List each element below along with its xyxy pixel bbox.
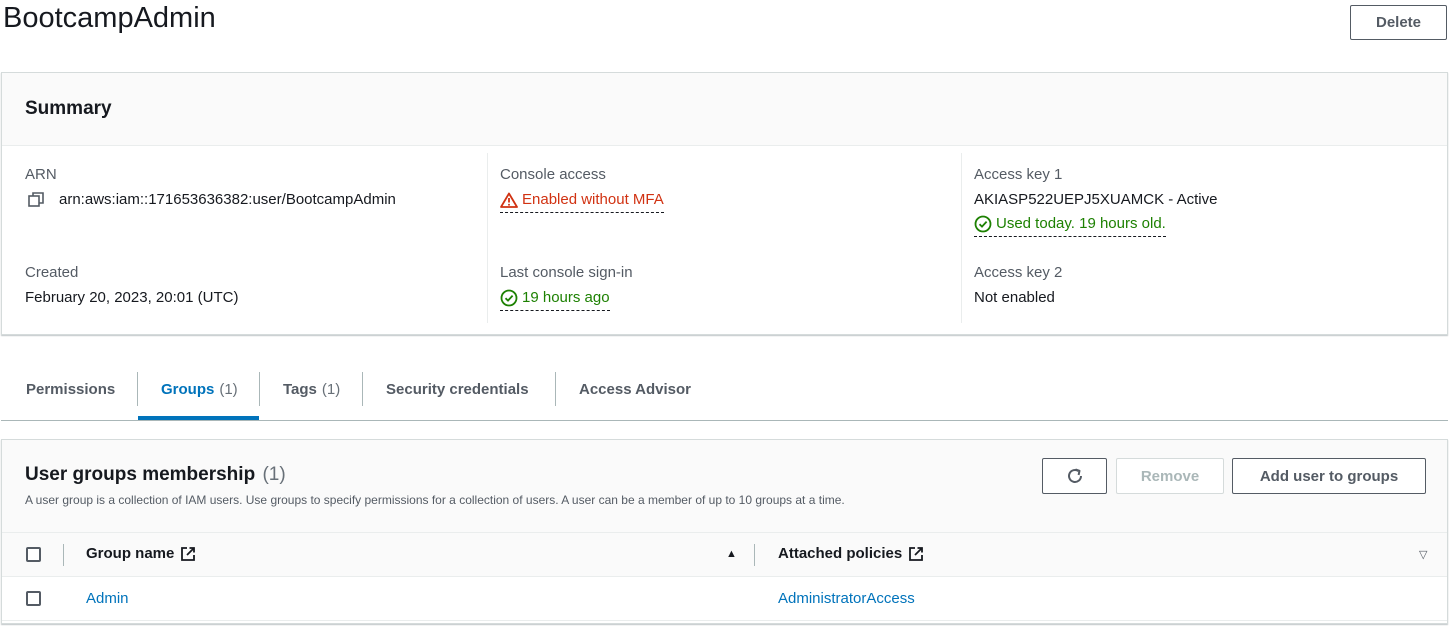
- access-key-1-status[interactable]: Used today. 19 hours old.: [974, 214, 1166, 237]
- tab-groups[interactable]: Groups (1): [161, 373, 238, 405]
- tab-label: Permissions: [26, 380, 116, 398]
- last-signin-value: 19 hours ago: [522, 289, 610, 306]
- created-value: February 20, 2023, 20:01 (UTC): [25, 289, 239, 306]
- tab-tags[interactable]: Tags (1): [283, 373, 340, 405]
- group-name-link[interactable]: Admin: [86, 590, 129, 607]
- panel-title-text: User groups membership: [25, 464, 256, 485]
- summary-panel: Summary ARN arn:aws:iam::171653636382:us…: [1, 72, 1448, 335]
- tab-security-credentials[interactable]: Security credentials: [386, 373, 529, 405]
- sort-ascending-icon[interactable]: ▲: [726, 548, 737, 560]
- console-access-row: Enabled without MFA: [500, 190, 664, 213]
- check-circle-icon: [974, 215, 992, 233]
- external-link-icon: [181, 546, 196, 561]
- access-key-2-label: Access key 2: [974, 264, 1063, 281]
- last-signin-status[interactable]: 19 hours ago: [500, 288, 610, 311]
- sort-descending-icon[interactable]: ▽: [1419, 548, 1427, 561]
- access-key-1-field: Access key 1 AKIASP522UEPJ5XUAMCK - Acti…: [974, 165, 1217, 237]
- panel-description: A user group is a collection of IAM user…: [25, 493, 845, 507]
- panel-title-count: (1): [262, 464, 286, 485]
- access-key-1-label: Access key 1: [974, 166, 1063, 183]
- arn-value-row: arn:aws:iam::171653636382:user/BootcampA…: [25, 190, 396, 210]
- column-header-text: Attached policies: [778, 545, 903, 562]
- access-key-2-field: Access key 2 Not enabled: [974, 263, 1062, 308]
- refresh-button[interactable]: [1042, 458, 1107, 494]
- tab-count: (1): [321, 380, 341, 398]
- tab-label: Groups: [161, 380, 215, 398]
- tab-divider: [259, 372, 260, 406]
- active-tab-indicator: [138, 416, 259, 420]
- column-header-group-name[interactable]: Group name: [86, 545, 196, 562]
- refresh-icon: [1067, 468, 1082, 483]
- access-key-1-status-row: Used today. 19 hours old.: [974, 214, 1217, 237]
- column-header-attached-policies[interactable]: Attached policies: [778, 545, 924, 562]
- tab-label: Access Advisor: [579, 380, 692, 398]
- summary-header: Summary: [2, 73, 1447, 146]
- tab-divider: [137, 372, 138, 406]
- console-access-status[interactable]: Enabled without MFA: [500, 190, 664, 213]
- access-key-2-value: Not enabled: [974, 289, 1055, 306]
- tab-label: Security credentials: [386, 380, 529, 398]
- row-checkbox[interactable]: [26, 591, 41, 606]
- access-key-1-status-text: Used today. 19 hours old.: [996, 215, 1166, 232]
- column-header-text: Group name: [86, 545, 175, 562]
- last-signin-field: Last console sign-in 19 hours ago: [500, 263, 633, 311]
- remove-button[interactable]: Remove: [1116, 458, 1224, 494]
- summary-column-2: Console access Enabled without MFA Last …: [487, 153, 961, 323]
- tab-divider: [555, 372, 556, 406]
- access-key-1-value: AKIASP522UEPJ5XUAMCK - Active: [974, 191, 1218, 208]
- panel-title: User groups membership (1): [25, 464, 286, 486]
- tab-count: (1): [219, 380, 238, 398]
- copy-icon[interactable]: [28, 191, 56, 209]
- last-signin-row: 19 hours ago: [500, 288, 633, 311]
- column-divider: [754, 544, 755, 566]
- attached-policy-link[interactable]: AdministratorAccess: [778, 590, 915, 607]
- user-groups-panel: User groups membership (1) A user group …: [1, 439, 1448, 624]
- warning-triangle-icon: [500, 192, 518, 208]
- table-header-row: Group name ▲ Attached policies ▽: [2, 533, 1447, 577]
- panel-header: User groups membership (1) A user group …: [2, 440, 1447, 533]
- console-access-field: Console access Enabled without MFA: [500, 165, 664, 213]
- last-signin-label: Last console sign-in: [500, 264, 633, 281]
- summary-column-3: Access key 1 AKIASP522UEPJ5XUAMCK - Acti…: [961, 153, 1441, 323]
- arn-value: arn:aws:iam::171653636382:user/BootcampA…: [59, 191, 396, 208]
- column-divider: [63, 544, 64, 566]
- console-access-value: Enabled without MFA: [522, 191, 664, 208]
- external-link-icon: [909, 546, 924, 561]
- summary-column-1: ARN arn:aws:iam::171653636382:user/Bootc…: [25, 153, 485, 323]
- tab-label: Tags: [283, 380, 317, 398]
- created-field: Created February 20, 2023, 20:01 (UTC): [25, 263, 238, 308]
- page-title: BootcampAdmin: [3, 2, 216, 34]
- table-row: Admin AdministratorAccess: [2, 577, 1447, 621]
- select-all-checkbox[interactable]: [26, 547, 41, 562]
- add-user-to-groups-button[interactable]: Add user to groups: [1232, 458, 1426, 494]
- delete-button[interactable]: Delete: [1350, 5, 1447, 40]
- console-access-label: Console access: [500, 166, 606, 183]
- tab-divider: [362, 372, 363, 406]
- check-circle-icon: [500, 289, 518, 307]
- arn-label: ARN: [25, 166, 57, 183]
- tab-bar: Permissions Groups (1) Tags (1) Security…: [1, 356, 1448, 421]
- created-label: Created: [25, 264, 79, 281]
- summary-title: Summary: [25, 98, 112, 119]
- arn-field: ARN arn:aws:iam::171653636382:user/Bootc…: [25, 165, 396, 210]
- tab-permissions[interactable]: Permissions: [26, 373, 115, 405]
- tab-access-advisor[interactable]: Access Advisor: [579, 373, 691, 405]
